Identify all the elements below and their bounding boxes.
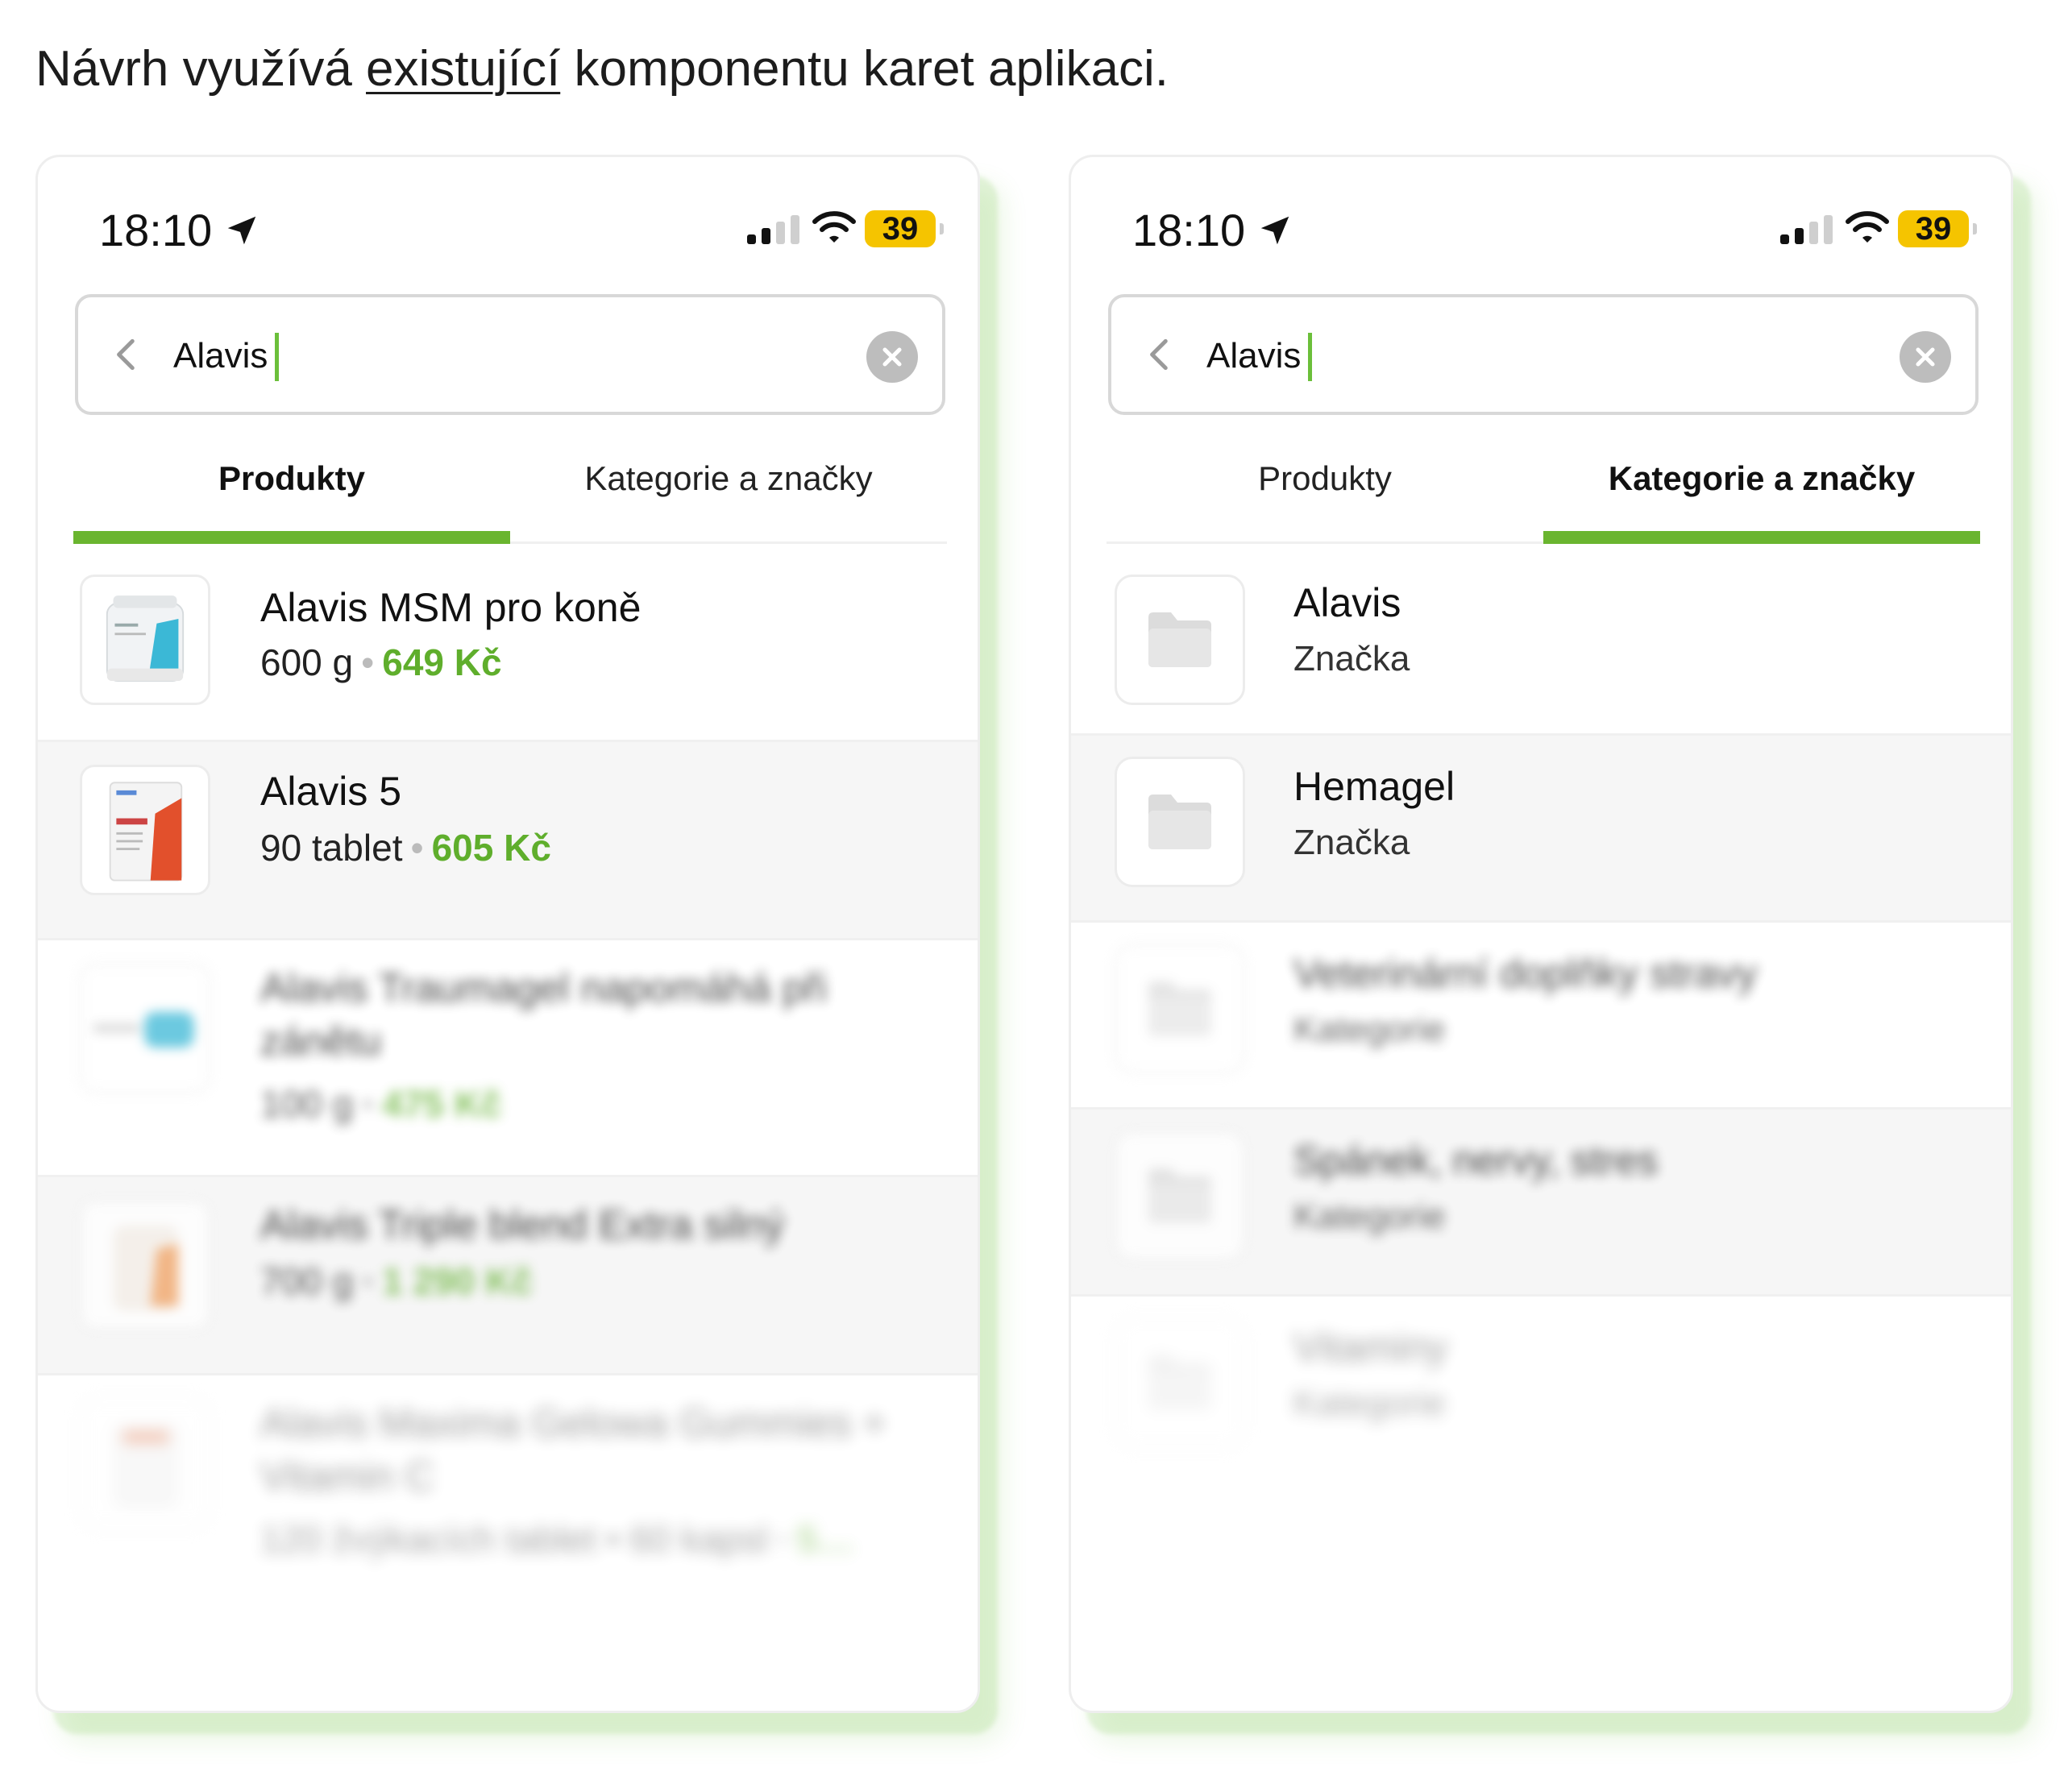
product-list: Alavis MSM pro koně 600 g • 649 Kč Alavis … xyxy=(38,546,978,1617)
text-caret xyxy=(1308,333,1312,381)
product-price: 1 290 Kč xyxy=(382,1260,533,1302)
intro-before: Návrh využívá xyxy=(35,41,367,97)
product-image xyxy=(80,1398,210,1529)
status-time-text: 18:10 xyxy=(99,205,213,255)
folder-icon xyxy=(1115,1131,1245,1261)
status-bar: 18:10 39 xyxy=(38,157,978,294)
product-image xyxy=(80,1200,210,1330)
wifi-icon xyxy=(1846,211,1889,243)
product-size: 100 g xyxy=(260,1083,354,1125)
category-row[interactable]: Alavis Značka xyxy=(1071,546,2011,736)
product-name: Alavis Maxima Gelowa Gummies + Vitamin C xyxy=(260,1400,887,1499)
product-meta: 100 g • 475 Kč xyxy=(260,1083,502,1125)
product-row[interactable]: Alavis 5 90 tablet • 605 Kč xyxy=(38,742,978,940)
product-name: Alavis Traumagel napomáhá při zánětu xyxy=(260,965,828,1064)
category-name: Spánek, nervy, stres xyxy=(1293,1138,1659,1183)
location-arrow-icon xyxy=(227,216,256,244)
folder-icon xyxy=(1115,575,1245,705)
search-bar xyxy=(75,294,945,415)
folder-icon xyxy=(1115,1317,1245,1448)
text-caret xyxy=(275,333,279,381)
folder-icon xyxy=(1115,757,1245,887)
search-input[interactable] xyxy=(1206,326,1867,386)
tab-bar: Produkty Kategorie a značky xyxy=(1107,451,1980,544)
status-bar: 18:10 39 xyxy=(1071,157,2011,294)
category-list: Alavis Značka Hemagel Značka Veterinární… xyxy=(1071,546,2011,1483)
clear-icon[interactable] xyxy=(866,331,918,383)
intro-text: Návrh využívá existující komponentu kare… xyxy=(35,40,1169,97)
chevron-left-icon[interactable] xyxy=(107,334,147,375)
phone-products: 18:10 39 Produkty Kategorie a značky xyxy=(35,155,980,1713)
product-name: Alavis Triple blend Extra silný xyxy=(260,1202,785,1247)
product-row[interactable]: Alavis Maxima Gelowa Gummies + Vitamin C… xyxy=(38,1375,978,1617)
category-type: Značka xyxy=(1293,823,1410,862)
category-row[interactable]: Spánek, nervy, stres Kategorie xyxy=(1071,1110,2011,1297)
status-time: 18:10 xyxy=(99,204,260,256)
category-name: Veterinární doplňky stravy xyxy=(1293,951,1758,996)
chevron-left-icon[interactable] xyxy=(1140,334,1181,375)
phone-categories: 18:10 39 Produkty Kategorie a značky xyxy=(1069,155,2013,1713)
product-name: Alavis 5 xyxy=(260,769,402,814)
search-bar xyxy=(1108,294,1979,415)
category-name: Vitaminy xyxy=(1293,1325,1447,1370)
category-name: Hemagel xyxy=(1293,764,1455,809)
category-type: Značka xyxy=(1293,639,1410,678)
intro-underlined: existující xyxy=(366,41,561,97)
product-row[interactable]: Alavis Triple blend Extra silný 700 g • 1 … xyxy=(38,1177,978,1375)
product-price: 649 Kč xyxy=(382,641,502,683)
product-price: 605 Kč xyxy=(431,827,551,869)
signal-icon xyxy=(747,215,799,244)
category-row[interactable]: Veterinární doplňky stravy Kategorie xyxy=(1071,923,2011,1110)
folder-icon xyxy=(1115,944,1245,1074)
product-size: 120 žvýkacích tablet • 60 kapsl xyxy=(260,1518,768,1560)
product-meta: 90 tablet • 605 Kč xyxy=(260,827,551,869)
signal-icon xyxy=(1780,215,1833,244)
tab-products[interactable]: Produkty xyxy=(1107,451,1543,541)
product-meta: 700 g • 1 290 Kč xyxy=(260,1260,533,1302)
product-image xyxy=(80,575,210,705)
product-meta: 600 g • 649 Kč xyxy=(260,641,502,683)
tab-categories[interactable]: Kategorie a značky xyxy=(1543,451,1980,544)
product-image xyxy=(80,963,210,1093)
battery-indicator: 39 xyxy=(1898,210,1977,247)
product-price: 475 Kč xyxy=(382,1083,502,1125)
category-type: Kategorie xyxy=(1293,1010,1446,1049)
product-row[interactable]: Alavis Traumagel napomáhá při zánětu 100… xyxy=(38,940,978,1177)
category-name: Alavis xyxy=(1293,580,1401,625)
product-row[interactable]: Alavis MSM pro koně 600 g • 649 Kč xyxy=(38,546,978,742)
product-price: 5… xyxy=(796,1518,855,1560)
category-type: Kategorie xyxy=(1293,1197,1446,1236)
product-meta: 120 žvýkacích tablet • 60 kapsl • 5… xyxy=(260,1518,855,1560)
wifi-icon xyxy=(812,211,856,243)
product-size: 600 g xyxy=(260,641,354,683)
tab-categories[interactable]: Kategorie a značky xyxy=(510,451,947,541)
category-type: Kategorie xyxy=(1293,1384,1446,1423)
product-image xyxy=(80,765,210,895)
product-size: 700 g xyxy=(260,1260,354,1302)
product-size: 90 tablet xyxy=(260,827,403,869)
status-time-text: 18:10 xyxy=(1132,205,1246,255)
battery-indicator: 39 xyxy=(865,210,944,247)
location-arrow-icon xyxy=(1260,216,1289,244)
product-name: Alavis MSM pro koně xyxy=(260,585,642,630)
tab-bar: Produkty Kategorie a značky xyxy=(73,451,947,544)
category-row[interactable]: Hemagel Značka xyxy=(1071,736,2011,923)
category-row[interactable]: Vitaminy Kategorie xyxy=(1071,1297,2011,1483)
search-input[interactable] xyxy=(173,326,834,386)
intro-after: komponentu karet aplikaci. xyxy=(560,41,1169,97)
clear-icon[interactable] xyxy=(1900,331,1951,383)
tab-products[interactable]: Produkty xyxy=(73,451,510,544)
status-time: 18:10 xyxy=(1132,204,1293,256)
